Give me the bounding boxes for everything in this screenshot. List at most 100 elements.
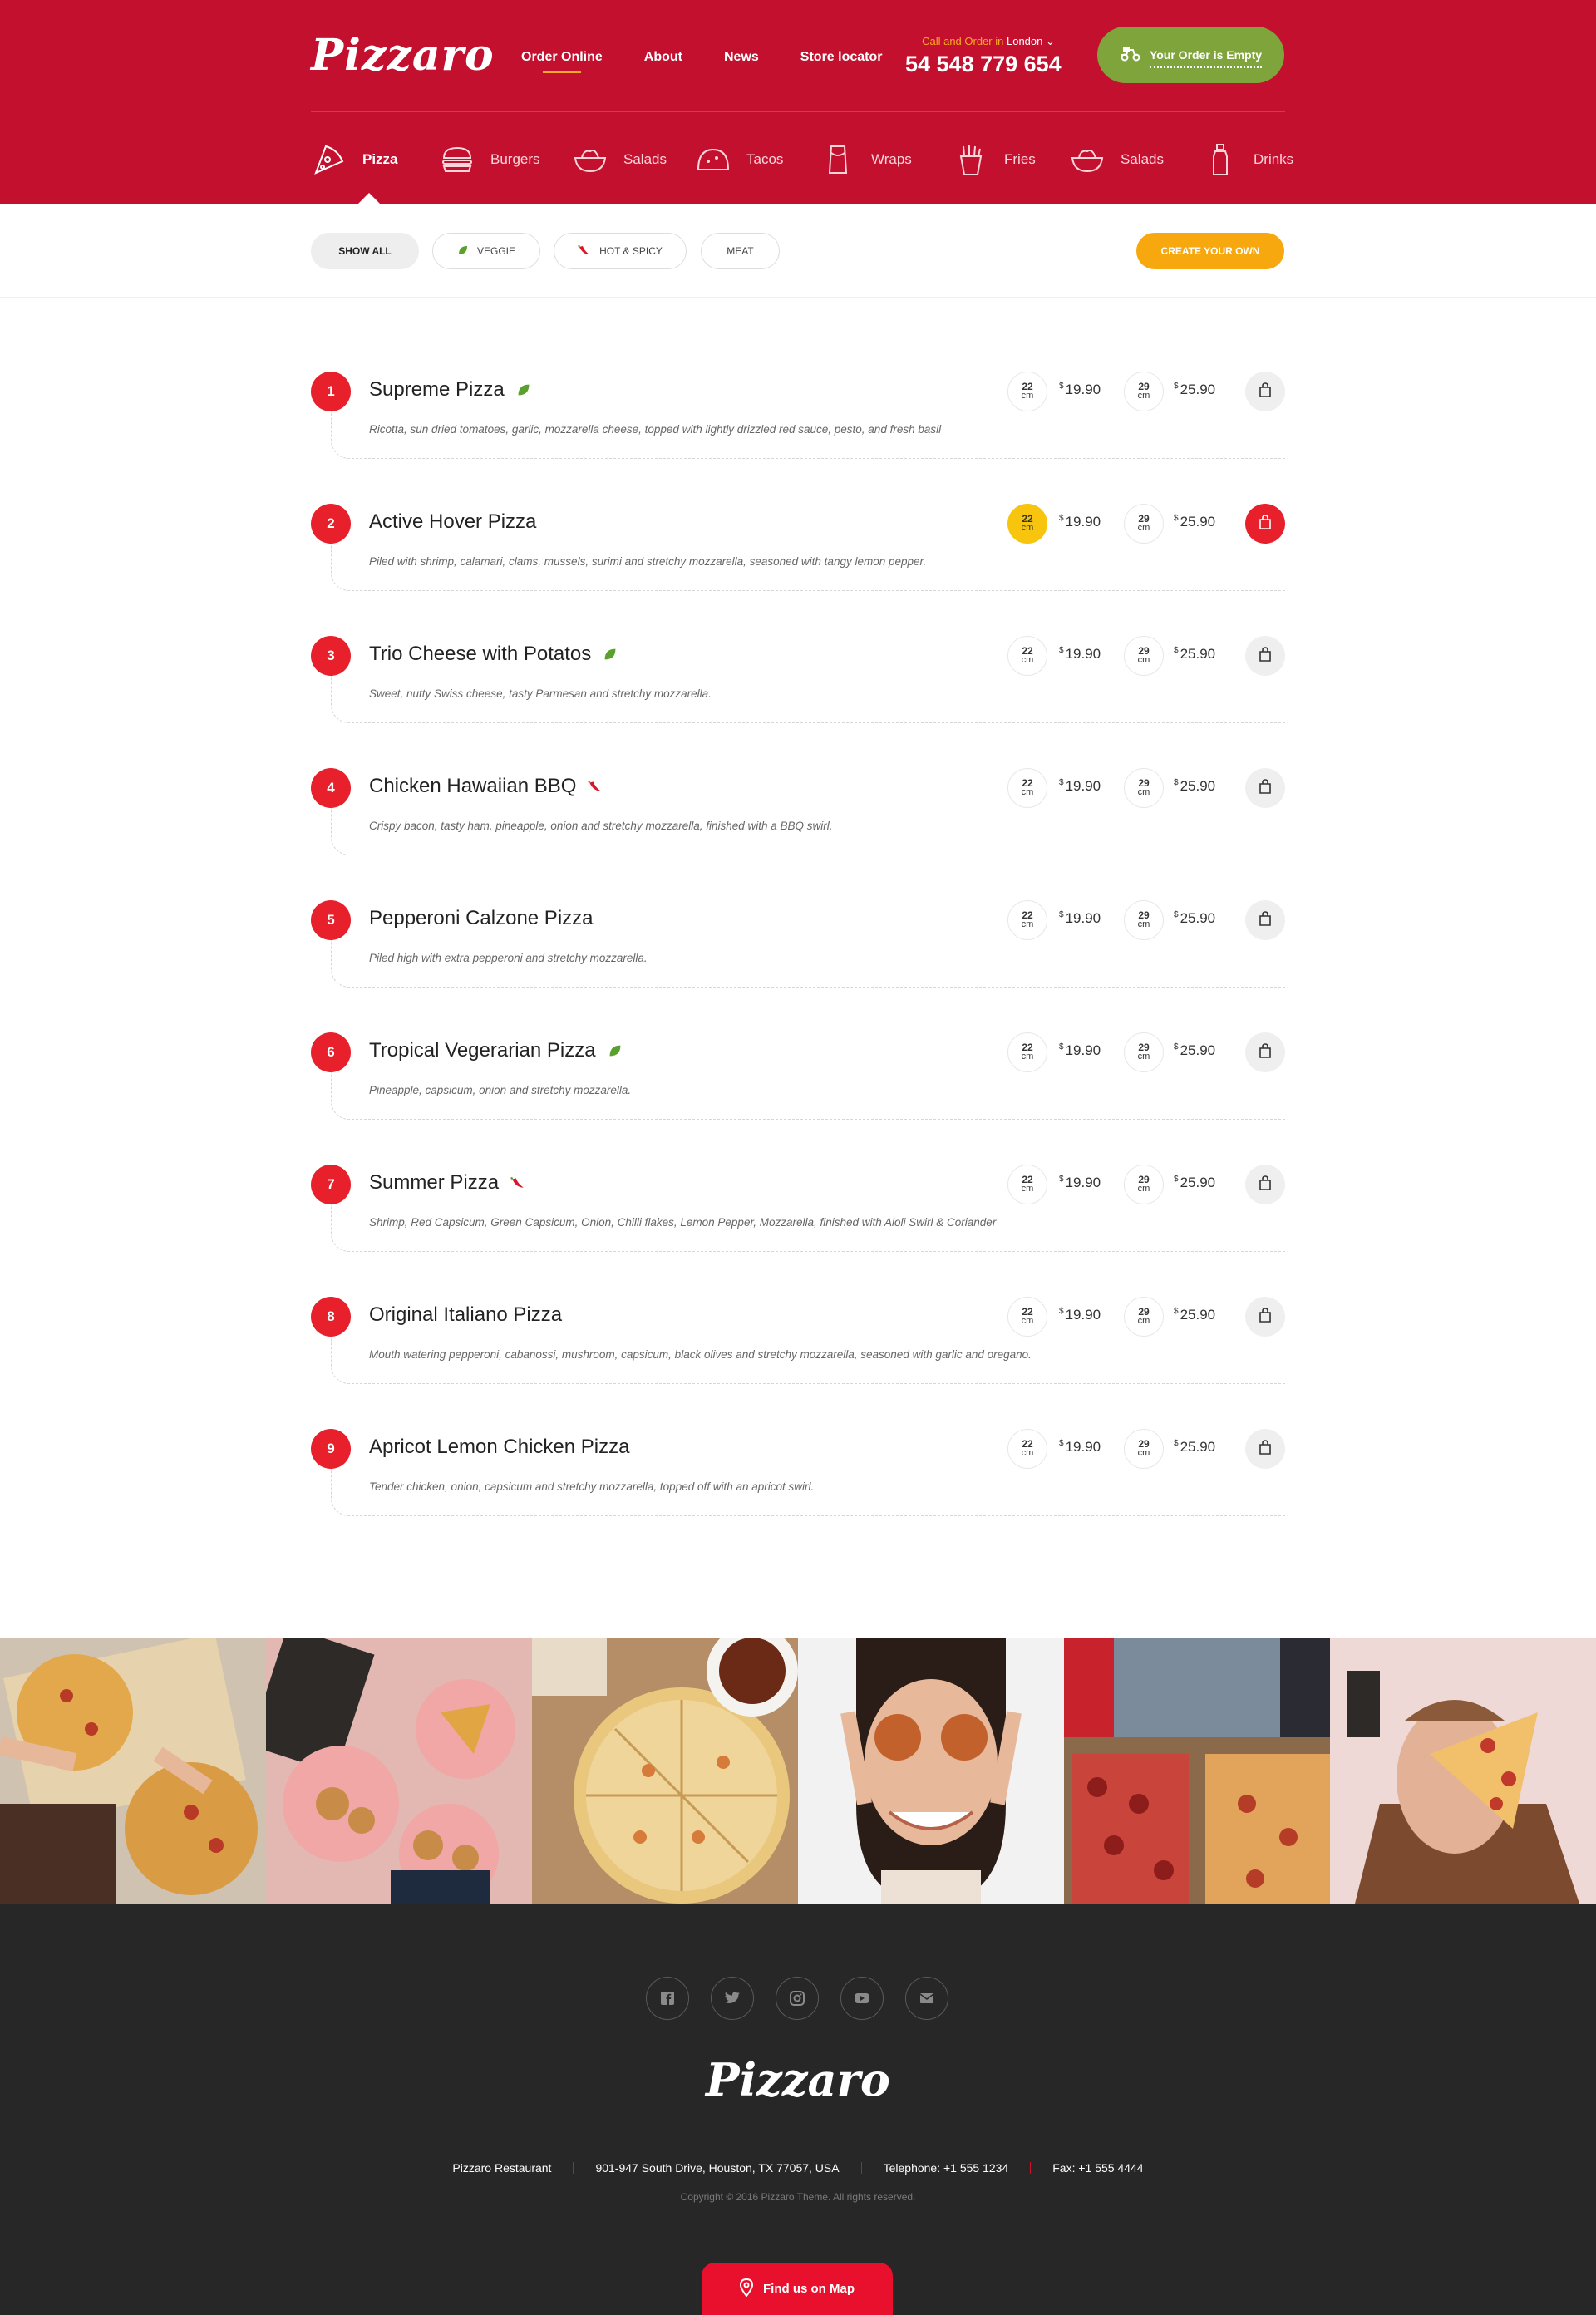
- item-name-text: Original Italiano Pizza: [369, 1303, 563, 1326]
- create-your-own-button[interactable]: Create Your Own: [1136, 233, 1284, 269]
- size-large-button[interactable]: 29 cm: [1124, 372, 1164, 411]
- size-small-button[interactable]: 22 cm: [1007, 504, 1047, 544]
- size-small-button[interactable]: 22 cm: [1007, 1429, 1047, 1469]
- size-small-button[interactable]: 22 cm: [1007, 1032, 1047, 1072]
- size-small-button[interactable]: 22 cm: [1007, 372, 1047, 411]
- item-name[interactable]: Original Italiano Pizza: [369, 1303, 562, 1327]
- category-drinks[interactable]: Drinks: [1202, 135, 1293, 185]
- category-burgers[interactable]: Burgers: [439, 135, 540, 185]
- size-unit: cm: [1021, 1448, 1034, 1458]
- add-to-cart-button[interactable]: [1245, 504, 1285, 544]
- copyright: Copyright © 2016 Pizzaro Theme. All righ…: [680, 2191, 916, 2203]
- currency-symbol: $: [1174, 514, 1179, 523]
- item-name[interactable]: Pepperoni Calzone Pizza: [369, 907, 594, 930]
- add-to-cart-button[interactable]: [1245, 900, 1285, 940]
- item-number: 2: [311, 504, 351, 544]
- gallery-photo-pepperoni-box[interactable]: [1064, 1638, 1330, 1904]
- item-name[interactable]: Active Hover Pizza: [369, 510, 536, 534]
- currency-symbol: $: [1059, 646, 1064, 655]
- city-label: London: [1006, 35, 1043, 47]
- active-category-pointer: [357, 193, 381, 204]
- site-logo[interactable]: Pizzaro: [311, 30, 495, 81]
- nav-order-online[interactable]: Order Online: [521, 50, 603, 73]
- item-number: 7: [311, 1165, 351, 1204]
- bottle-icon: [1202, 141, 1239, 178]
- gallery-photo-pizza-party[interactable]: [0, 1638, 266, 1904]
- currency-symbol: $: [1174, 1042, 1179, 1052]
- gallery-photo-pizza-wings[interactable]: [532, 1638, 798, 1904]
- price-value: 19.90: [1065, 646, 1101, 662]
- filter-bar: Show All Veggie Hot & Spicy Meat: [0, 204, 1596, 298]
- add-to-cart-button[interactable]: [1245, 1032, 1285, 1072]
- category-fries[interactable]: Fries: [953, 135, 1036, 185]
- item-name[interactable]: Chicken Hawaiian BBQ: [369, 775, 603, 798]
- size-unit: cm: [1137, 1448, 1150, 1458]
- category-pizza[interactable]: Pizza: [311, 135, 398, 185]
- add-to-cart-button[interactable]: [1245, 1297, 1285, 1337]
- item-description: Piled with shrimp, calamari, clams, muss…: [369, 555, 927, 568]
- category-salads[interactable]: Salads: [572, 135, 667, 185]
- size-unit: cm: [1021, 1316, 1034, 1326]
- filter-veggie[interactable]: Veggie: [432, 233, 540, 269]
- footer-logo[interactable]: Pizzaro: [0, 2053, 1596, 2106]
- instagram-icon[interactable]: [776, 1977, 819, 2020]
- nav-news[interactable]: News: [724, 50, 759, 65]
- gallery-photo-man-eating-slice[interactable]: [1330, 1638, 1596, 1904]
- facebook-icon[interactable]: [646, 1977, 689, 2020]
- nav-store-locator[interactable]: Store locator: [800, 50, 883, 65]
- filter-hot-spicy[interactable]: Hot & Spicy: [554, 233, 687, 269]
- price-value: 25.90: [1180, 514, 1216, 529]
- leaf-icon: [608, 1043, 623, 1058]
- size-small-button[interactable]: 22 cm: [1007, 768, 1047, 808]
- size-small-button[interactable]: 22 cm: [1007, 900, 1047, 940]
- item-description: Crispy bacon, tasty ham, pineapple, onio…: [369, 820, 833, 832]
- add-to-cart-button[interactable]: [1245, 636, 1285, 676]
- email-icon[interactable]: [905, 1977, 948, 2020]
- category-tacos[interactable]: Tacos: [695, 135, 783, 185]
- size-unit: cm: [1021, 1052, 1034, 1061]
- main-nav: Order Online About News Store locator: [521, 50, 924, 73]
- gallery-photo-woman-food-eyes[interactable]: [798, 1638, 1064, 1904]
- order-cart-button[interactable]: Your Order is Empty: [1097, 27, 1284, 83]
- filter-show-all[interactable]: Show All: [311, 233, 419, 269]
- city-select[interactable]: London ⌄: [1007, 35, 1055, 47]
- size-large-button[interactable]: 29 cm: [1124, 900, 1164, 940]
- add-to-cart-button[interactable]: [1245, 768, 1285, 808]
- size-unit: cm: [1021, 523, 1034, 533]
- add-to-cart-button[interactable]: [1245, 372, 1285, 411]
- shopping-bag-icon: [1259, 515, 1272, 533]
- nav-about[interactable]: About: [644, 50, 682, 65]
- find-us-on-map-button[interactable]: Find us on Map: [702, 2263, 893, 2315]
- item-name[interactable]: Apricot Lemon Chicken Pizza: [369, 1436, 629, 1459]
- size-large-button[interactable]: 29 cm: [1124, 636, 1164, 676]
- leaf-icon: [603, 647, 618, 662]
- shopping-bag-icon: [1259, 647, 1272, 665]
- size-large-button[interactable]: 29 cm: [1124, 1165, 1164, 1204]
- price-value: 25.90: [1180, 910, 1216, 926]
- currency-symbol: $: [1059, 1439, 1064, 1448]
- photo-gallery: [0, 1638, 1596, 1904]
- filter-meat[interactable]: Meat: [701, 233, 780, 269]
- size-large-button[interactable]: 29 cm: [1124, 1297, 1164, 1337]
- gallery-photo-pizza-plates[interactable]: [266, 1638, 532, 1904]
- size-large-button[interactable]: 29 cm: [1124, 1032, 1164, 1072]
- item-name[interactable]: Trio Cheese with Potatos: [369, 643, 618, 666]
- size-small-button[interactable]: 22 cm: [1007, 1165, 1047, 1204]
- size-large-button[interactable]: 29 cm: [1124, 1429, 1164, 1469]
- youtube-icon[interactable]: [840, 1977, 884, 2020]
- item-name[interactable]: Tropical Vegerarian Pizza: [369, 1039, 623, 1062]
- item-name[interactable]: Summer Pizza: [369, 1171, 525, 1194]
- size-large-button[interactable]: 29 cm: [1124, 504, 1164, 544]
- shopping-bag-icon: [1259, 779, 1272, 797]
- add-to-cart-button[interactable]: [1245, 1429, 1285, 1469]
- size-large-button[interactable]: 29 cm: [1124, 768, 1164, 808]
- size-small-button[interactable]: 22 cm: [1007, 1297, 1047, 1337]
- category-salads-2[interactable]: Salads: [1069, 135, 1164, 185]
- category-wraps[interactable]: Wraps: [820, 135, 912, 185]
- twitter-icon[interactable]: [711, 1977, 754, 2020]
- pizza-slice-icon: [311, 141, 347, 178]
- item-name[interactable]: Supreme Pizza: [369, 378, 531, 401]
- size-small-button[interactable]: 22 cm: [1007, 636, 1047, 676]
- add-to-cart-button[interactable]: [1245, 1165, 1285, 1204]
- item-description: Shrimp, Red Capsicum, Green Capsicum, On…: [369, 1216, 997, 1229]
